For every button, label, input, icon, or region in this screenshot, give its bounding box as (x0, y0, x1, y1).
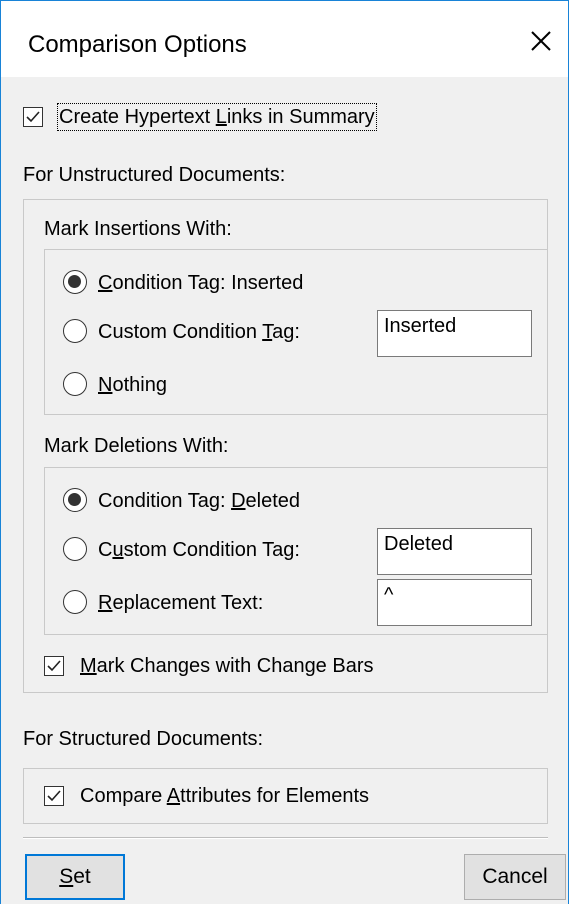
structured-heading: For Structured Documents: (23, 728, 264, 750)
checkbox-box[interactable] (23, 107, 43, 127)
insertions-heading: Mark Insertions With: (44, 218, 232, 240)
radio-button[interactable] (63, 488, 87, 512)
close-icon (531, 31, 551, 51)
comparison-options-dialog: Comparison Options Create Hypertext Link… (0, 0, 569, 904)
checkbox-box[interactable] (44, 656, 64, 676)
create-links-label: Create Hypertext Links in Summary (57, 103, 377, 131)
title-bar: Comparison Options (1, 1, 568, 77)
change-bars-label: Mark Changes with Change Bars (80, 655, 374, 677)
delete-condition-tag-label: Condition Tag: Deleted (98, 490, 301, 512)
radio-button[interactable] (63, 372, 87, 396)
insert-custom-tag-input[interactable]: Inserted (377, 310, 532, 357)
radio-button[interactable] (63, 270, 87, 294)
insert-condition-tag-label: Condition Tag: Inserted (98, 272, 304, 294)
unstructured-heading: For Unstructured Documents: (23, 164, 286, 186)
set-button[interactable]: Set (25, 854, 125, 900)
checkbox-box[interactable] (44, 786, 64, 806)
replacement-text-label: Replacement Text: (98, 592, 264, 614)
radio-button[interactable] (63, 537, 87, 561)
dialog-title: Comparison Options (28, 31, 247, 58)
delete-custom-tag-input[interactable]: Deleted (377, 528, 532, 575)
insert-nothing-label: Nothing (98, 374, 167, 396)
insert-custom-tag-label: Custom Condition Tag: (98, 321, 300, 343)
radio-button[interactable] (63, 319, 87, 343)
delete-custom-tag-label: Custom Condition Tag: (98, 539, 300, 561)
cancel-button[interactable]: Cancel (464, 854, 566, 900)
compare-attributes-label: Compare Attributes for Elements (80, 785, 370, 807)
checkmark-icon (47, 790, 61, 802)
radio-button[interactable] (63, 590, 87, 614)
checkmark-icon (47, 660, 61, 672)
deletions-heading: Mark Deletions With: (44, 435, 229, 457)
close-button[interactable] (519, 19, 563, 63)
checkmark-icon (26, 111, 40, 123)
button-separator (23, 837, 548, 839)
replacement-text-input[interactable]: ^ (377, 579, 532, 626)
